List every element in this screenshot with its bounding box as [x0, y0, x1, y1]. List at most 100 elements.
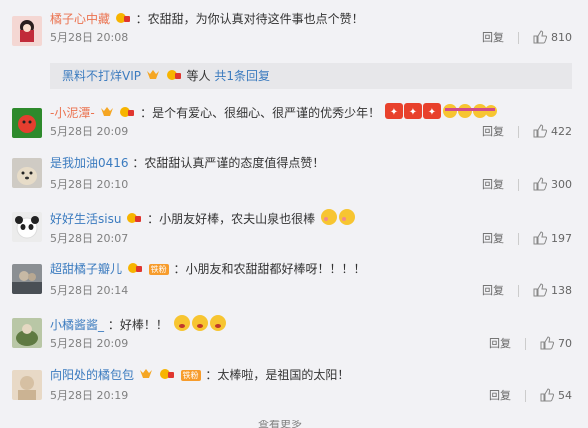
- comment-item: 是我加油0416 ：农甜甜认真严谨的态度值得点赞！ 5月28日 20:10 回复…: [0, 150, 588, 200]
- emoji-icon: [442, 102, 498, 125]
- comment-line: 是我加油0416 ：农甜甜认真严谨的态度值得点赞！: [50, 154, 324, 172]
- like-button[interactable]: 197: [533, 231, 572, 247]
- reply-button[interactable]: 回复: [482, 124, 504, 140]
- emoji-icon: ✦ ✦ ✦: [385, 102, 441, 125]
- user-name[interactable]: 小橘酱酱_: [50, 318, 104, 332]
- like-button[interactable]: 300: [533, 177, 572, 193]
- thumbs-up-icon: [533, 30, 548, 44]
- member-badge-icon: [166, 64, 182, 90]
- member-badge-icon: [159, 367, 175, 385]
- like-button[interactable]: 138: [533, 283, 572, 299]
- like-count: 197: [551, 232, 572, 245]
- comment-time: 5月28日 20:08: [50, 31, 129, 44]
- user-name[interactable]: 橘子心中藏: [50, 12, 110, 26]
- thumbs-up-icon: [540, 336, 555, 350]
- avatar[interactable]: [12, 16, 42, 46]
- reply-button[interactable]: 回复: [482, 231, 504, 247]
- comment-time: 5月28日 20:07: [50, 232, 129, 245]
- sub-reply-suffix: 等人: [186, 69, 211, 83]
- fan-badge: 铁粉: [148, 264, 169, 275]
- like-count: 300: [551, 178, 572, 191]
- thumbs-up-icon: [533, 231, 548, 245]
- comment-text: ：农甜甜，为你认真对待这件事也点个赞！: [135, 12, 364, 26]
- comment-actions: 回复 70: [489, 336, 572, 352]
- comment-time: 5月28日 20:09: [50, 337, 129, 350]
- avatar[interactable]: [12, 264, 42, 294]
- like-count: 422: [551, 125, 572, 138]
- user-name[interactable]: 是我加油0416: [50, 156, 129, 170]
- comment-actions: 回复 54: [489, 388, 572, 404]
- comment-item: 好好生活sisu ：小朋友好棒，农夫山泉也很棒 5月28日 20:07 回复 19…: [0, 204, 588, 254]
- comment-item: 超甜橘子瓣儿 铁粉 ：小朋友和农甜甜都好棒呀！！！！ 5月28日 20:14 回…: [0, 258, 588, 308]
- reply-button[interactable]: 回复: [489, 336, 511, 352]
- reply-button[interactable]: 回复: [482, 30, 504, 46]
- svg-text:✦: ✦: [390, 107, 398, 118]
- comment-time: 5月28日 20:14: [50, 284, 129, 297]
- comment-time: 5月28日 20:10: [50, 178, 129, 191]
- comment-actions: 回复 138: [482, 283, 572, 299]
- reply-button[interactable]: 回复: [489, 388, 511, 404]
- divider: [525, 338, 526, 350]
- avatar[interactable]: [12, 212, 42, 242]
- like-button[interactable]: 54: [540, 388, 572, 404]
- member-badge-icon: [119, 105, 135, 123]
- comment-time: 5月28日 20:09: [50, 125, 129, 138]
- like-button[interactable]: 422: [533, 124, 572, 140]
- emoji-icon: [173, 314, 229, 337]
- vip-crown-icon: [146, 64, 160, 90]
- comment-line: 小橘酱酱_ ：好棒！！: [50, 314, 229, 332]
- thumbs-up-icon: [533, 124, 548, 138]
- like-count: 70: [558, 337, 572, 350]
- user-name[interactable]: -小泥潭-: [50, 106, 95, 120]
- divider: [518, 32, 519, 44]
- comment-item: 橘子心中藏 ：农甜甜，为你认真对待这件事也点个赞！ 5月28日 20:08 回复…: [0, 6, 588, 90]
- comment-line: 向阳处的橘包包 铁粉 ：太棒啦，是祖国的太阳！: [50, 366, 349, 384]
- member-badge-icon: [126, 211, 142, 229]
- like-count: 138: [551, 284, 572, 297]
- reply-button[interactable]: 回复: [482, 283, 504, 299]
- comment-line: 超甜橘子瓣儿 铁粉 ：小朋友和农甜甜都好棒呀！！！！: [50, 260, 366, 278]
- avatar[interactable]: [12, 158, 42, 188]
- avatar[interactable]: [12, 370, 42, 400]
- comment-text: ：好棒！！: [107, 318, 168, 332]
- comment-actions: 回复 197: [482, 231, 572, 247]
- reply-button[interactable]: 回复: [482, 177, 504, 193]
- thumbs-up-icon: [533, 177, 548, 191]
- comment-text: ：小朋友好棒，农夫山泉也很棒: [147, 212, 316, 226]
- comment-text: ：是个有爱心、很细心、很严谨的优秀少年！: [140, 106, 381, 120]
- comment-item: 小橘酱酱_ ：好棒！！ 5月28日 20:09 回复 70: [0, 312, 588, 360]
- user-name[interactable]: 向阳处的橘包包: [50, 368, 134, 382]
- divider: [518, 285, 519, 297]
- svg-text:✦: ✦: [409, 107, 417, 118]
- sub-reply-bar[interactable]: 黑料不打烊VIP 等人 共1条回复: [50, 63, 572, 89]
- svg-text:✦: ✦: [428, 107, 436, 118]
- like-button[interactable]: 810: [533, 30, 572, 46]
- comment-text: ：小朋友和农甜甜都好棒呀！！！！: [173, 262, 366, 276]
- comment-line: 橘子心中藏 ：农甜甜，为你认真对待这件事也点个赞！: [50, 10, 364, 28]
- load-more-link[interactable]: 查看更多: [258, 420, 302, 428]
- reply-count-link[interactable]: 共1条回复: [214, 69, 270, 83]
- like-count: 810: [551, 31, 572, 44]
- member-badge-icon: [115, 11, 131, 29]
- user-name[interactable]: 好好生活sisu: [50, 212, 121, 226]
- emoji-icon: [320, 208, 360, 231]
- comment-text: ：农甜甜认真严谨的态度值得点赞！: [132, 156, 325, 170]
- comment-text: ：太棒啦，是祖国的太阳！: [205, 368, 350, 382]
- divider: [525, 390, 526, 402]
- comment-list: 橘子心中藏 ：农甜甜，为你认真对待这件事也点个赞！ 5月28日 20:08 回复…: [0, 0, 588, 428]
- like-button[interactable]: 70: [540, 336, 572, 352]
- comment-time: 5月28日 20:19: [50, 389, 129, 402]
- load-more-bar[interactable]: 查看更多: [0, 420, 588, 428]
- avatar[interactable]: [12, 318, 42, 348]
- like-count: 54: [558, 389, 572, 402]
- sub-reply-user[interactable]: 黑料不打烊VIP: [62, 69, 141, 83]
- user-name[interactable]: 超甜橘子瓣儿: [50, 262, 122, 276]
- divider: [518, 233, 519, 245]
- avatar[interactable]: [12, 108, 42, 138]
- divider: [518, 179, 519, 191]
- thumbs-up-icon: [540, 388, 555, 402]
- comment-actions: 回复 300: [482, 177, 572, 193]
- thumbs-up-icon: [533, 283, 548, 297]
- comment-item: 向阳处的橘包包 铁粉 ：太棒啦，是祖国的太阳！ 5月28日 20:19 回复 54: [0, 364, 588, 412]
- member-badge-icon: [127, 261, 143, 279]
